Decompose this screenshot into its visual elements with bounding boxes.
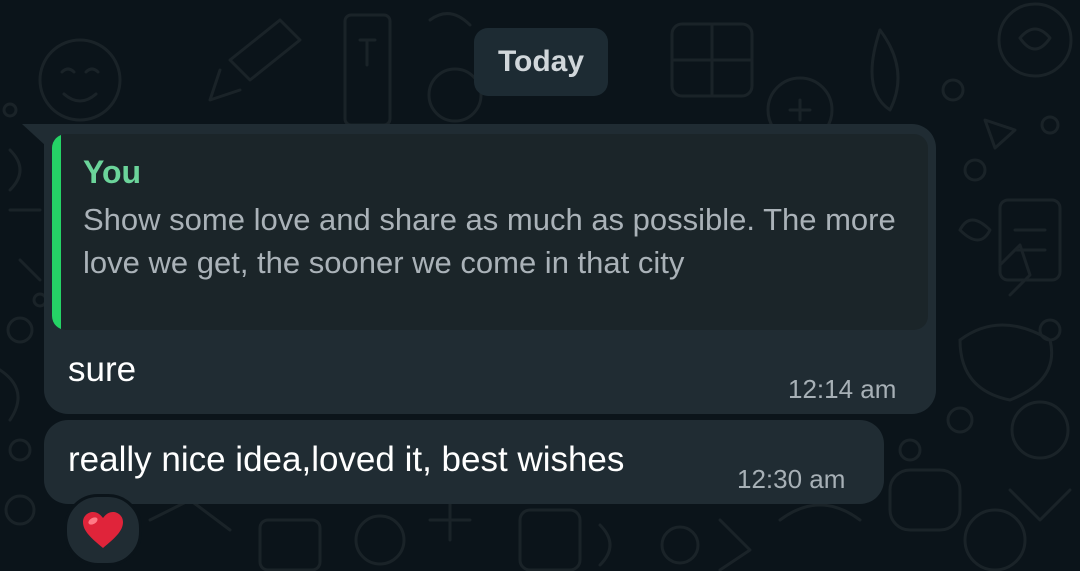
quoted-reply[interactable]: You Show some love and share as much as … [52, 134, 928, 330]
heart-emoji-icon [83, 512, 123, 548]
message-text: sure [68, 350, 137, 389]
quote-accent-bar [52, 134, 61, 330]
message-text: really nice idea,loved it, best wishes [68, 440, 625, 479]
quoted-text: Show some love and share as much as poss… [83, 202, 896, 280]
incoming-message-bubble[interactable]: You Show some love and share as much as … [44, 124, 936, 414]
quoted-author: You [83, 154, 142, 190]
message-reaction[interactable] [64, 494, 142, 566]
incoming-bubble-tail [22, 124, 46, 146]
message-timestamp: 12:30 am [737, 464, 846, 494]
message-timestamp: 12:14 am [788, 374, 897, 404]
incoming-message-bubble[interactable]: really nice idea,loved it, best wishes 1… [44, 420, 884, 504]
date-separator: Today [474, 28, 608, 96]
